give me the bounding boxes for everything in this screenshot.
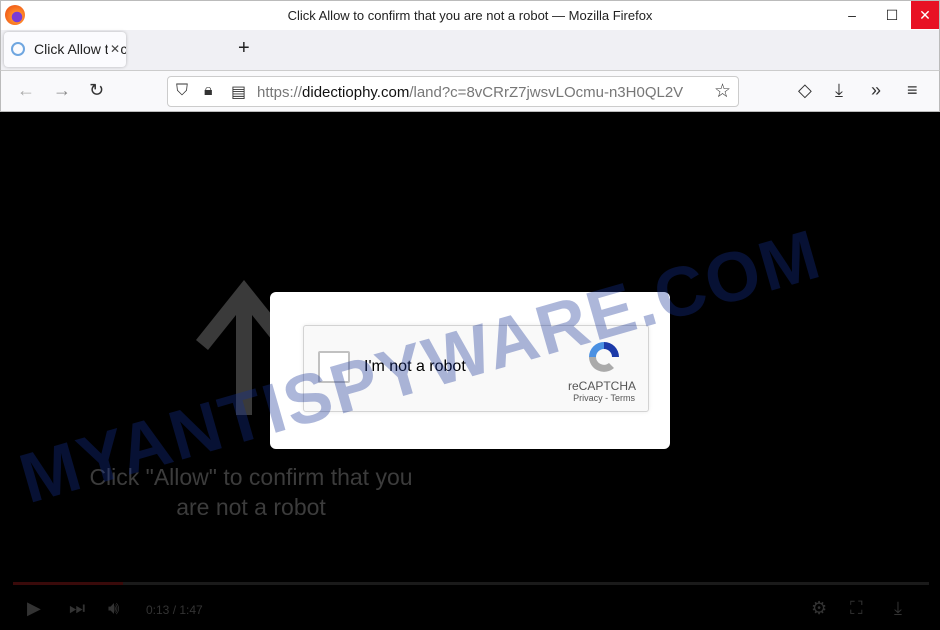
- window-title: Click Allow to confirm that you are not …: [287, 8, 653, 23]
- downloads-icon[interactable]: ⤓: [835, 80, 843, 101]
- minimize-button[interactable]: –: [837, 1, 867, 29]
- menu-icon[interactable]: ≡: [907, 80, 918, 101]
- shield-icon[interactable]: ⛉: [176, 82, 188, 100]
- next-icon[interactable]: ⏭︎: [69, 598, 85, 619]
- url-bar[interactable]: ⛉ 🔒︎ ▤ https://didectiophy.com/land?c=8v…: [167, 76, 739, 107]
- maximize-button[interactable]: ☐: [877, 1, 907, 29]
- page-content: Click "Allow" to confirm that you are no…: [1, 112, 939, 629]
- video-progress-bar[interactable]: [13, 582, 929, 585]
- bookmark-star-icon[interactable]: ☆: [714, 80, 731, 103]
- settings-gear-icon[interactable]: ⚙: [811, 598, 827, 619]
- volume-icon[interactable]: 🔊︎: [108, 598, 119, 619]
- tab-favicon-icon: [11, 42, 25, 56]
- title-bar: Click Allow to confirm that you are not …: [0, 0, 940, 30]
- new-tab-button[interactable]: +: [238, 37, 250, 60]
- video-time: 0:13 / 1:47: [146, 603, 203, 617]
- link-separator: -: [602, 393, 611, 403]
- download-icon[interactable]: ⤓: [894, 598, 902, 619]
- tab-active[interactable]: Click Allow to confirm that you are not …: [4, 32, 126, 67]
- url-text[interactable]: https://didectiophy.com/land?c=8vCRrZ7jw…: [257, 84, 705, 101]
- lock-icon[interactable]: 🔒︎: [204, 82, 213, 100]
- fullscreen-icon[interactable]: ⛶: [850, 598, 863, 619]
- tab-close-icon[interactable]: ✕: [107, 32, 120, 67]
- play-icon[interactable]: ▶: [27, 598, 41, 619]
- overflow-icon[interactable]: »: [871, 80, 881, 101]
- terms-link[interactable]: Terms: [611, 393, 636, 403]
- recaptcha-brand: reCAPTCHA: [567, 379, 636, 393]
- nav-bar: ← → ↻ ⛉ 🔒︎ ▤ https://didectiophy.com/lan…: [0, 70, 940, 112]
- back-button[interactable]: ←: [17, 80, 35, 101]
- close-window-button[interactable]: ✕: [911, 1, 939, 29]
- forward-button[interactable]: →: [53, 80, 71, 101]
- video-progress-fill: [13, 582, 123, 585]
- tab-bar: Click Allow to confirm that you are not …: [0, 30, 940, 70]
- reload-button[interactable]: ↻: [89, 80, 104, 101]
- privacy-link[interactable]: Privacy: [573, 393, 603, 403]
- permissions-icon[interactable]: ▤: [231, 82, 246, 102]
- pocket-icon[interactable]: ◇: [798, 80, 812, 101]
